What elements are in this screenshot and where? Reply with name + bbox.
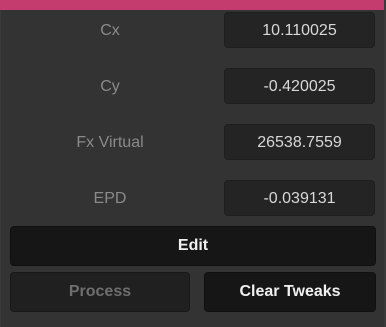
- clear-tweaks-button[interactable]: Clear Tweaks: [204, 272, 376, 312]
- field-label-cy: Cy: [100, 78, 120, 95]
- field-label-fx-virtual: Fx Virtual: [76, 134, 144, 151]
- field-label-cx: Cx: [100, 22, 120, 39]
- field-row-fx-virtual: Fx Virtual 26538.7559: [1, 124, 386, 162]
- field-row-cx: Cx 10.110025: [1, 12, 386, 50]
- field-label-epd: EPD: [93, 190, 127, 207]
- field-value-cx[interactable]: 10.110025: [224, 12, 375, 48]
- process-button[interactable]: Process: [10, 272, 190, 312]
- field-value-fx-virtual[interactable]: 26538.7559: [224, 124, 375, 160]
- field-value-cy[interactable]: -0.420025: [224, 68, 375, 104]
- edit-button[interactable]: Edit: [10, 226, 376, 266]
- field-row-cy: Cy -0.420025: [1, 68, 386, 106]
- field-value-epd[interactable]: -0.039131: [224, 180, 375, 216]
- field-row-epd: EPD -0.039131: [1, 180, 386, 218]
